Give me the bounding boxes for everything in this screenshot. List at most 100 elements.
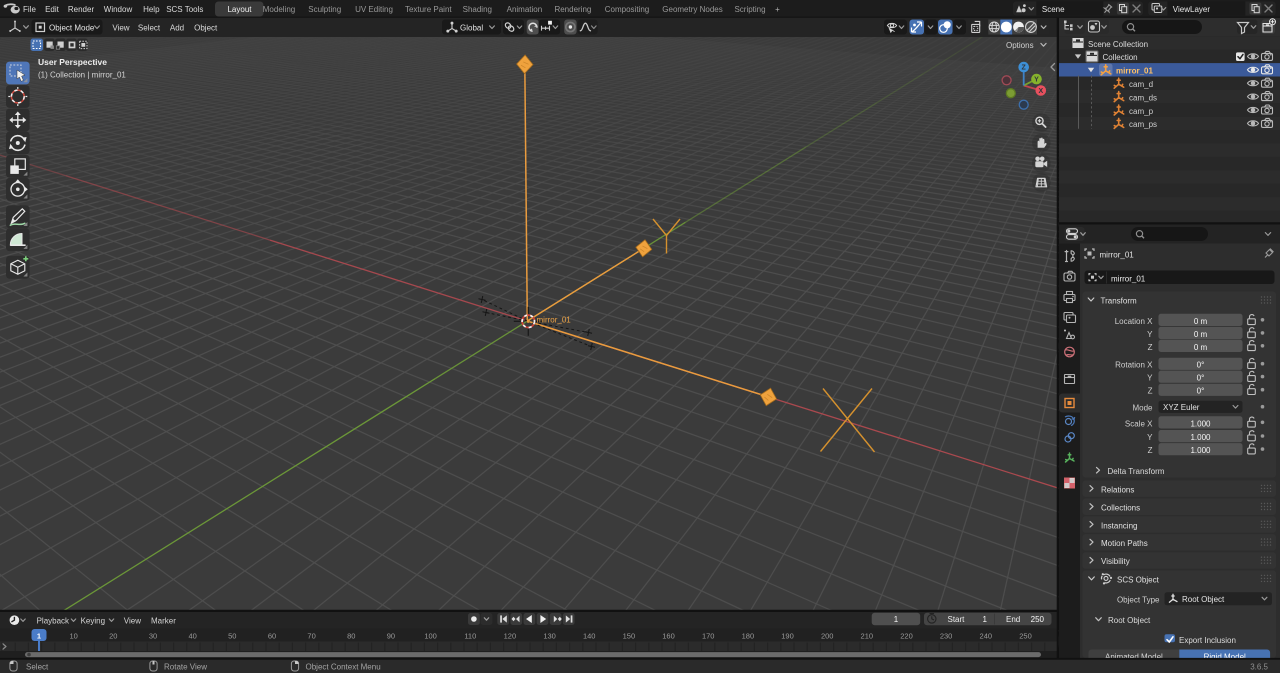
svg-text:Y: Y: [1147, 433, 1153, 442]
svg-text:Animation: Animation: [507, 5, 543, 14]
svg-text:220: 220: [900, 631, 913, 640]
svg-text:80: 80: [347, 631, 355, 640]
svg-text:Transform: Transform: [1101, 297, 1137, 306]
svg-text:Start: Start: [948, 615, 966, 624]
svg-text:mirror_01: mirror_01: [1116, 67, 1153, 76]
svg-text:Delta Transform: Delta Transform: [1108, 467, 1165, 476]
svg-text:Scale X: Scale X: [1125, 419, 1153, 428]
svg-text:Texture Paint: Texture Paint: [405, 5, 452, 14]
svg-text:Add: Add: [170, 24, 184, 33]
svg-text:End: End: [1006, 615, 1020, 624]
svg-text:Modeling: Modeling: [263, 5, 295, 14]
svg-text:1.000: 1.000: [1190, 433, 1211, 442]
svg-text:Select: Select: [26, 662, 49, 671]
svg-text:Collections: Collections: [1101, 504, 1140, 513]
svg-text:Object Context Menu: Object Context Menu: [306, 662, 381, 671]
svg-text:180: 180: [742, 631, 755, 640]
svg-text:1: 1: [37, 631, 41, 640]
svg-text:250: 250: [1031, 615, 1045, 624]
svg-text:Select: Select: [138, 24, 161, 33]
svg-text:View: View: [112, 24, 129, 33]
svg-text:X: X: [1038, 88, 1043, 95]
svg-text:File: File: [23, 5, 36, 14]
svg-text:0 m: 0 m: [1194, 330, 1208, 339]
svg-text:190: 190: [781, 631, 794, 640]
svg-text:250: 250: [1019, 631, 1032, 640]
svg-text:Z: Z: [1148, 446, 1153, 455]
svg-text:150: 150: [623, 631, 636, 640]
svg-text:Options: Options: [1006, 41, 1034, 50]
svg-text:cam_ds: cam_ds: [1129, 93, 1157, 102]
svg-text:XYZ Euler: XYZ Euler: [1163, 403, 1200, 412]
svg-text:SCS Object: SCS Object: [1117, 575, 1160, 584]
svg-text:Rendering: Rendering: [554, 5, 591, 14]
svg-text:mirror_01: mirror_01: [1111, 274, 1146, 283]
svg-text:Instancing: Instancing: [1101, 521, 1137, 530]
svg-text:1: 1: [983, 615, 988, 624]
svg-text:Help: Help: [143, 5, 160, 14]
svg-text:Global: Global: [460, 24, 483, 33]
svg-text:Collection: Collection: [1103, 53, 1138, 62]
svg-text:100: 100: [424, 631, 437, 640]
svg-text:230: 230: [940, 631, 953, 640]
svg-text:User Perspective: User Perspective: [38, 57, 107, 67]
svg-text:170: 170: [702, 631, 715, 640]
svg-text:Sculpting: Sculpting: [308, 5, 341, 14]
svg-text:Marker: Marker: [151, 616, 176, 625]
svg-text:Shading: Shading: [463, 5, 492, 14]
svg-text:View: View: [124, 616, 141, 625]
svg-text:UV Editing: UV Editing: [355, 5, 393, 14]
svg-text:40: 40: [189, 631, 197, 640]
svg-text:Y: Y: [1034, 77, 1039, 84]
svg-text:200: 200: [821, 631, 834, 640]
svg-text:cam_d: cam_d: [1129, 80, 1153, 89]
svg-text:SCS Tools: SCS Tools: [166, 5, 203, 14]
svg-text:0°: 0°: [1197, 361, 1205, 370]
svg-text:Geometry Nodes: Geometry Nodes: [662, 5, 722, 14]
svg-text:50: 50: [228, 631, 236, 640]
svg-text:140: 140: [583, 631, 596, 640]
svg-text:Object: Object: [194, 24, 218, 33]
svg-text:Scene: Scene: [1042, 5, 1065, 14]
svg-text:Keying: Keying: [81, 616, 105, 625]
svg-text:Object Type: Object Type: [1117, 596, 1160, 605]
svg-text:Export Inclusion: Export Inclusion: [1179, 636, 1236, 645]
svg-text:90: 90: [387, 631, 395, 640]
svg-text:Edit: Edit: [45, 5, 60, 14]
svg-text:Visibility: Visibility: [1101, 557, 1130, 566]
svg-text:30: 30: [149, 631, 157, 640]
svg-text:Scripting: Scripting: [734, 5, 765, 14]
svg-text:cam_p: cam_p: [1129, 107, 1154, 116]
svg-text:3.6.5: 3.6.5: [1250, 662, 1268, 671]
svg-text:Compositing: Compositing: [605, 5, 649, 14]
svg-text:110: 110: [464, 631, 476, 640]
svg-text:(1) Collection | mirror_01: (1) Collection | mirror_01: [38, 71, 126, 80]
svg-text:Z: Z: [1022, 65, 1027, 72]
svg-text:210: 210: [861, 631, 874, 640]
svg-text:0 m: 0 m: [1194, 317, 1208, 326]
svg-text:Y: Y: [1147, 374, 1153, 383]
svg-text:1: 1: [894, 615, 899, 624]
svg-text:Root Object: Root Object: [1182, 595, 1225, 604]
svg-text:0°: 0°: [1197, 374, 1205, 383]
svg-text:160: 160: [662, 631, 675, 640]
svg-text:10: 10: [70, 631, 78, 640]
svg-text:Relations: Relations: [1101, 485, 1134, 494]
svg-text:Z: Z: [1148, 387, 1153, 396]
svg-text:Rotate View: Rotate View: [164, 662, 207, 671]
svg-text:130: 130: [543, 631, 556, 640]
svg-text:240: 240: [980, 631, 993, 640]
svg-text:+: +: [775, 5, 780, 14]
svg-text:1.000: 1.000: [1190, 446, 1211, 455]
svg-text:120: 120: [504, 631, 517, 640]
svg-text:Motion Paths: Motion Paths: [1101, 539, 1148, 548]
svg-text:Mode: Mode: [1132, 404, 1153, 413]
svg-text:Scene Collection: Scene Collection: [1088, 40, 1148, 49]
svg-text:ViewLayer: ViewLayer: [1173, 5, 1211, 14]
svg-text:20: 20: [109, 631, 117, 640]
svg-text:Location X: Location X: [1115, 317, 1153, 326]
svg-text:Rotation X: Rotation X: [1115, 361, 1153, 370]
svg-text:Root Object: Root Object: [1108, 616, 1151, 625]
svg-text:1.000: 1.000: [1190, 419, 1211, 428]
svg-text:cam_ps: cam_ps: [1129, 120, 1157, 129]
